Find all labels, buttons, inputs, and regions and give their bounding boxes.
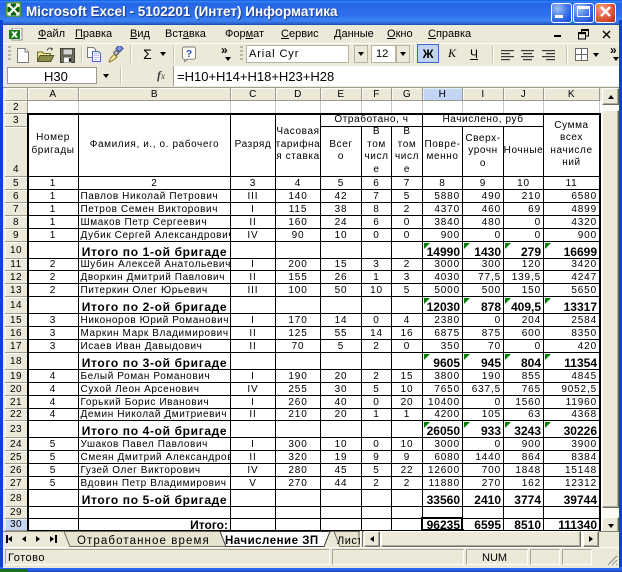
svg-text:?: ? bbox=[186, 49, 192, 60]
